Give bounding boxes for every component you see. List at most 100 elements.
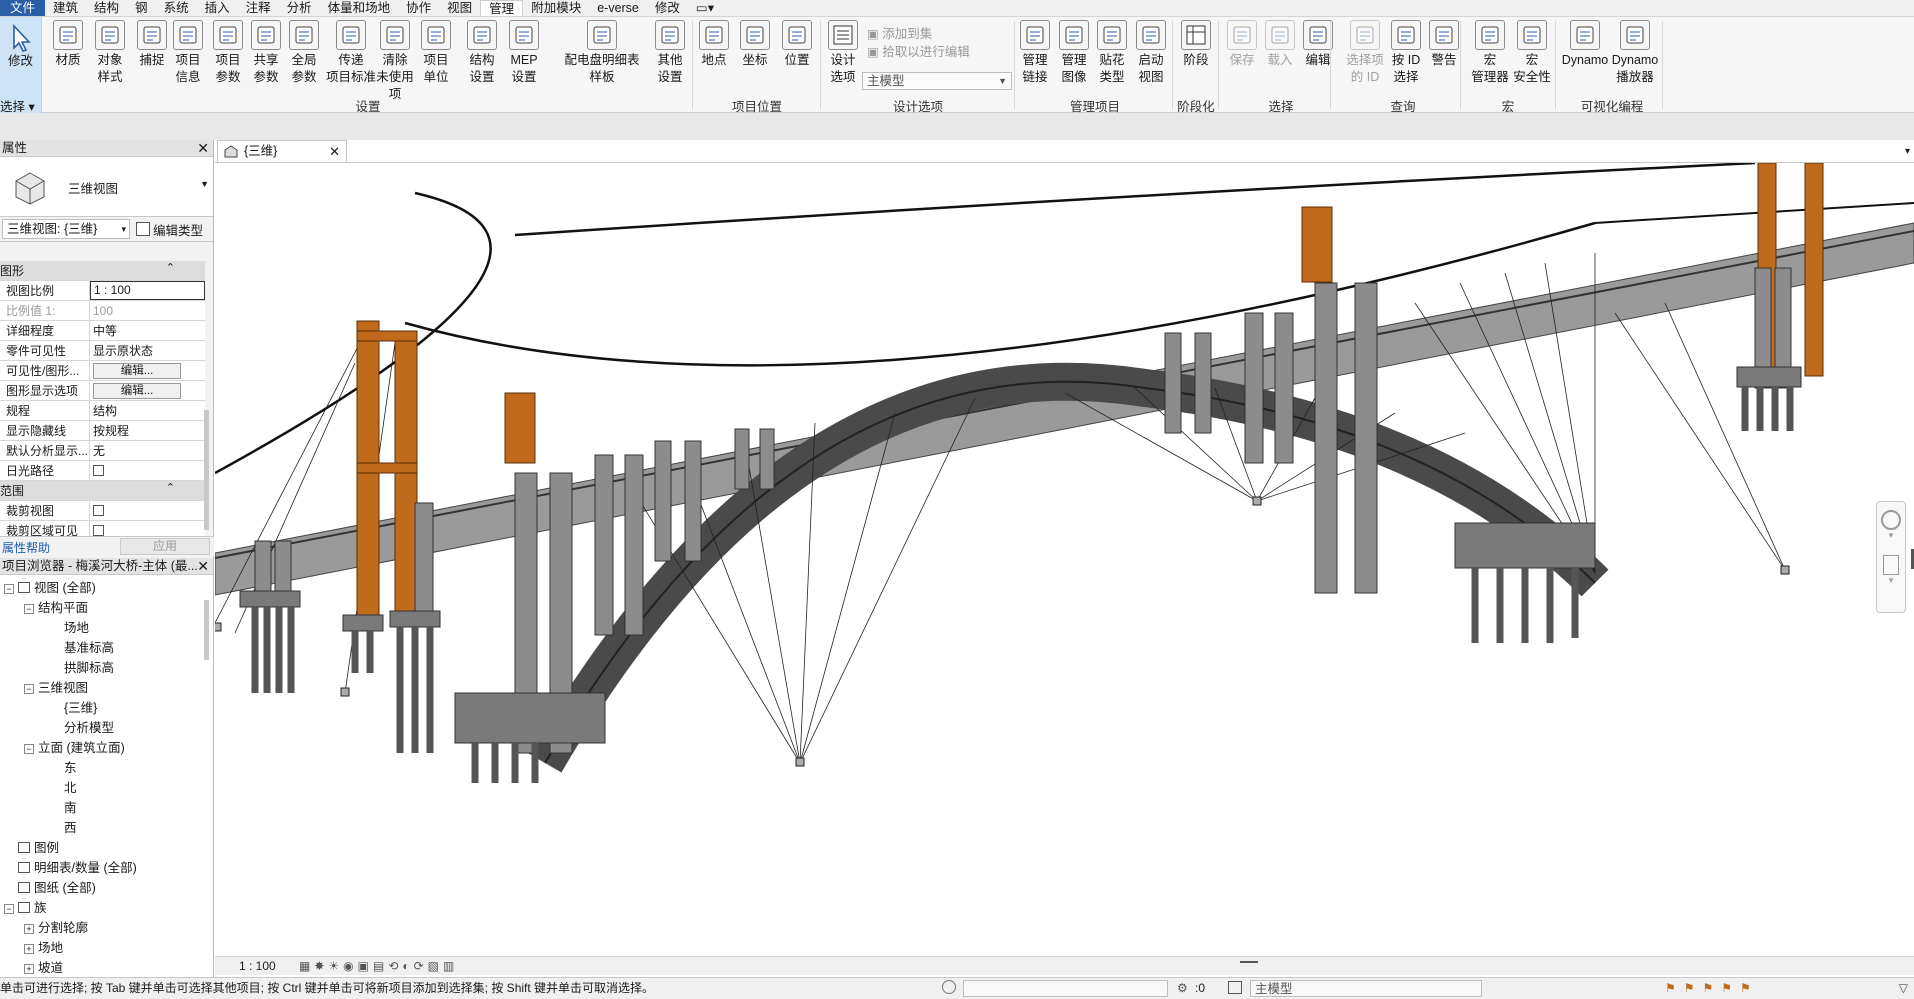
design-options-icon[interactable]: [1228, 981, 1242, 994]
chevron-down-icon[interactable]: ▾: [1877, 530, 1905, 541]
modify-button[interactable]: 修改 选择 ▾: [0, 17, 42, 114]
menu-tab[interactable]: 钢: [127, 0, 156, 16]
collapse-icon[interactable]: −: [24, 684, 34, 694]
collapse-icon[interactable]: −: [24, 604, 34, 614]
tree-item[interactable]: 拱脚标高: [0, 658, 137, 678]
tree-item[interactable]: 西: [0, 818, 137, 838]
edit-type-button[interactable]: 编辑类型: [136, 220, 203, 239]
menu-tab[interactable]: 修改: [647, 0, 688, 16]
tree-item[interactable]: 北: [0, 778, 137, 798]
project-parameters-button[interactable]: 项目 参数: [208, 20, 248, 86]
chevron-down-icon[interactable]: ▼: [200, 179, 209, 189]
close-icon[interactable]: ✕: [197, 140, 209, 157]
select-by-id-button[interactable]: 按 ID 选择: [1386, 20, 1426, 86]
menu-tab[interactable]: 协作: [398, 0, 439, 16]
close-icon[interactable]: ✕: [329, 141, 340, 162]
materials-button[interactable]: 材质: [48, 20, 88, 69]
tree-item[interactable]: 东: [0, 758, 137, 778]
tree-item[interactable]: + 分割轮廓: [0, 918, 137, 938]
tree-item[interactable]: − 三维视图: [0, 678, 137, 698]
tree-item[interactable]: 明细表/数量 (全部): [0, 858, 137, 878]
edit-button[interactable]: 编辑...: [93, 363, 181, 379]
project-info-button[interactable]: 项目 信息: [168, 20, 208, 86]
menu-tab[interactable]: 建筑: [45, 0, 86, 16]
property-value[interactable]: 1 : 100: [90, 281, 205, 300]
collapse-icon[interactable]: −: [4, 584, 14, 594]
wrench-button[interactable]: 其他 设置: [650, 20, 690, 86]
expand-icon[interactable]: +: [24, 944, 34, 954]
tree-item[interactable]: 场地: [0, 618, 137, 638]
menu-tab[interactable]: 插入: [197, 0, 238, 16]
type-selector[interactable]: 三维视图 ▼: [0, 157, 213, 217]
apply-button[interactable]: 应用: [120, 538, 210, 555]
tree-item[interactable]: 南: [0, 798, 137, 818]
selection-filter-icons[interactable]: ⚑⚑⚑⚑⚑: [1665, 978, 1759, 999]
coordinates-button[interactable]: 坐标: [735, 20, 775, 69]
ids-of-selection-button[interactable]: 选择项的 ID: [1343, 20, 1387, 86]
snap-button[interactable]: 捕捉: [132, 20, 172, 69]
menu-tab[interactable]: 注释: [238, 0, 279, 16]
checkbox[interactable]: [93, 465, 104, 476]
design-option-combo[interactable]: 主模型 ▼: [862, 72, 1012, 90]
global-parameters-button[interactable]: 全局 参数: [284, 20, 324, 86]
filter-icon[interactable]: ▽: [1899, 978, 1908, 999]
tree-item[interactable]: − 立面 (建筑立面): [0, 738, 137, 758]
manage-images-button[interactable]: 管理 图像: [1054, 20, 1094, 86]
menu-tab[interactable]: 附加模块: [523, 0, 589, 16]
checkbox[interactable]: [93, 505, 104, 516]
pick-to-edit-button[interactable]: ▣ 拾取以进行编辑: [867, 41, 970, 60]
editing-requests-icon[interactable]: ⚙: [1177, 978, 1188, 999]
save-selection-button[interactable]: 保存: [1222, 20, 1262, 69]
warning-button[interactable]: 警告: [1424, 20, 1464, 69]
structural-settings-button[interactable]: 结构 设置: [462, 20, 502, 86]
section-header[interactable]: 范围 ⌃: [0, 481, 205, 501]
navigation-bar[interactable]: ▾ ▾: [1876, 501, 1906, 613]
add-to-set-button[interactable]: ▣ 添加到集: [867, 23, 932, 42]
checkbox[interactable]: [93, 525, 104, 536]
menu-tab[interactable]: 视图: [439, 0, 480, 16]
tree-item[interactable]: 图纸 (全部): [0, 878, 137, 898]
tree-item[interactable]: − 结构平面: [0, 598, 137, 618]
menu-tab[interactable]: 体量和场地: [320, 0, 399, 16]
decal-types-button[interactable]: 贴花 类型: [1092, 20, 1132, 86]
dynamo-player-button[interactable]: Dynamo 播放器: [1610, 20, 1660, 86]
dynamo-button[interactable]: Dynamo: [1560, 20, 1610, 69]
tree-item[interactable]: 图例: [0, 838, 137, 858]
tree-item[interactable]: + 场地: [0, 938, 137, 958]
browser-scrollbar[interactable]: [204, 600, 209, 660]
object-styles-button[interactable]: 对象 样式: [90, 20, 130, 86]
tab-3d-view[interactable]: {三维} ✕: [217, 140, 347, 162]
properties-scrollbar[interactable]: [204, 410, 209, 530]
design-option-status-select[interactable]: 主模型: [1250, 980, 1482, 997]
zoom-icon[interactable]: [1883, 555, 1899, 575]
tree-item[interactable]: 分析模型: [0, 718, 137, 738]
steering-wheel-icon[interactable]: [1881, 510, 1901, 530]
3d-viewport[interactable]: ▾ ▾: [215, 162, 1914, 960]
expand-icon[interactable]: +: [24, 964, 34, 974]
tab-menu-icon[interactable]: ▾: [1905, 146, 1910, 157]
edit-selection-button[interactable]: 编辑: [1298, 20, 1338, 69]
menu-tab[interactable]: 分析: [279, 0, 320, 16]
tree-item[interactable]: {三维}: [0, 698, 137, 718]
tree-item[interactable]: − 视图 (全部): [0, 578, 137, 598]
collapse-icon[interactable]: ⌃: [166, 261, 175, 274]
view-scale[interactable]: 1 : 100: [239, 959, 276, 973]
panel-schedule-button[interactable]: 配电盘明细表 样板: [560, 20, 644, 86]
shared-parameters-button[interactable]: 共享 参数: [246, 20, 286, 86]
view-control-icons[interactable]: ▦✸☀◉▣▤⟲◐⟳▧▥: [299, 959, 458, 973]
menu-tab[interactable]: 结构: [86, 0, 127, 16]
workset-select[interactable]: [963, 980, 1168, 997]
menu-tab[interactable]: 管理: [480, 0, 524, 16]
collapse-icon[interactable]: −: [4, 904, 14, 914]
edit-button[interactable]: 编辑...: [93, 383, 181, 399]
mep-settings-button[interactable]: MEP 设置: [504, 20, 544, 86]
properties-help-link[interactable]: 属性帮助: [2, 539, 50, 556]
globe-button[interactable]: 地点: [694, 20, 734, 69]
macro-security-button[interactable]: 宏安全性: [1510, 20, 1554, 86]
project-units-button[interactable]: 项目 单位: [416, 20, 456, 86]
collapse-icon[interactable]: ⌃: [166, 481, 175, 494]
menu-tab[interactable]: 系统: [156, 0, 197, 16]
starting-view-button[interactable]: 启动 视图: [1131, 20, 1171, 86]
instance-filter-select[interactable]: 三维视图: {三维} ▾: [2, 219, 130, 239]
manage-links-button[interactable]: 管理 链接: [1015, 20, 1055, 86]
